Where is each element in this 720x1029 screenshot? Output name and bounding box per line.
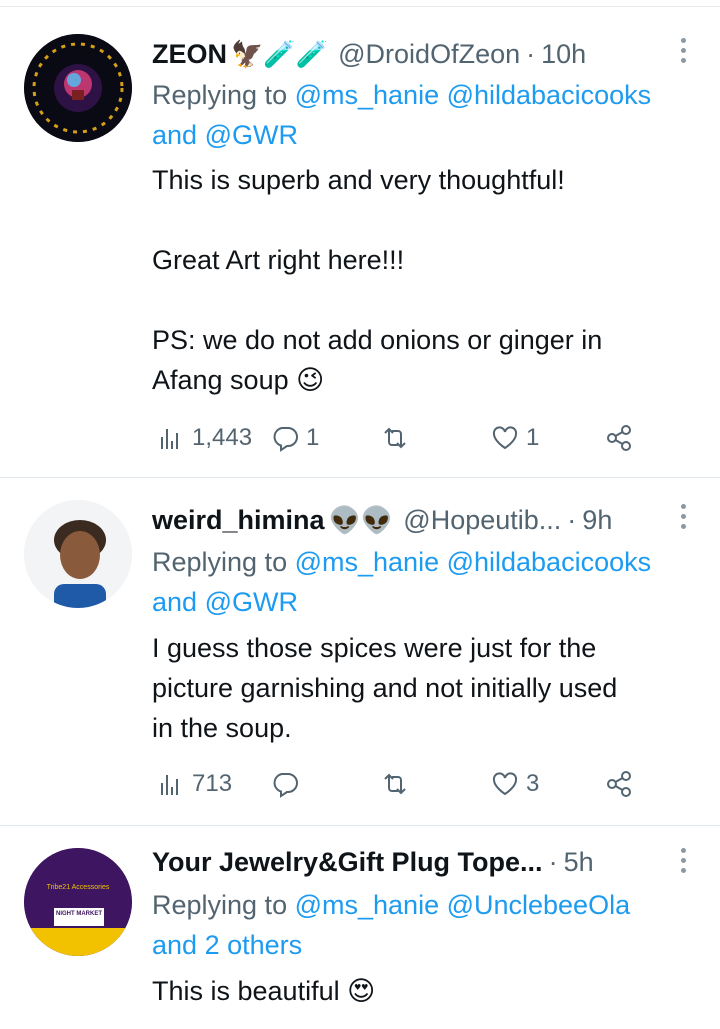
reply-icon: [273, 427, 298, 452]
tweet-line: This is superb and very thoughtful!: [152, 165, 565, 195]
avatar[interactable]: [24, 500, 132, 608]
top-divider: [0, 0, 720, 7]
reply-button[interactable]: 1: [270, 418, 319, 458]
display-name[interactable]: ZEON: [152, 39, 227, 70]
user-handle[interactable]: @DroidOfZeon: [338, 39, 520, 70]
tweet-text: This is beautiful 😍: [152, 971, 692, 1011]
replying-to-label: Replying to: [152, 80, 288, 110]
reply-and: and: [152, 120, 198, 150]
tweet-line: picture garnishing and not initially use…: [152, 673, 618, 703]
separator-dot: ·: [526, 38, 536, 69]
tweet-text: This is superb and very thoughtful! Grea…: [152, 160, 692, 400]
views-count: 1,443: [192, 424, 253, 451]
like-count: 3: [526, 770, 540, 797]
heart-icon: [492, 772, 518, 796]
reply-mentions[interactable]: @ms_hanie @hildabacicooks: [295, 547, 652, 577]
tweet-card[interactable]: ZEON 🦅🧪🧪 @DroidOfZeon · 10h Replying to …: [0, 8, 720, 478]
tweet-line: in the soup.: [152, 713, 292, 743]
views-icon: [161, 775, 178, 795]
replying-to: Replying to @ms_hanie @hildabacicooks an…: [152, 75, 712, 155]
views-button[interactable]: 1,443: [156, 418, 252, 458]
retweet-button[interactable]: [380, 418, 410, 458]
replying-to-label: Replying to: [152, 547, 288, 577]
views-button[interactable]: 713: [156, 764, 232, 804]
avatar[interactable]: Tribe21 Accessories NIGHT MARKET: [24, 848, 132, 956]
reply-and: and: [152, 930, 198, 960]
display-name[interactable]: Your Jewelry&Gift Plug Tope...: [152, 847, 543, 878]
avatar-caption: NIGHT MARKET: [56, 911, 102, 917]
reply-mention-extra[interactable]: 2 others: [205, 930, 303, 960]
more-options-icon[interactable]: [678, 848, 688, 873]
tweet-line: This is beautiful 😍: [152, 976, 376, 1006]
retweet-icon: [384, 427, 406, 449]
reply-icon: [273, 773, 298, 798]
tweet-header: Your Jewelry&Gift Plug Tope... · 5h: [152, 840, 594, 884]
timestamp[interactable]: 9h: [582, 505, 612, 536]
reply-mention-extra[interactable]: @GWR: [205, 587, 298, 617]
tweet-line: I guess those spices were just for the: [152, 633, 597, 663]
replying-to-label: Replying to: [152, 890, 288, 920]
tweet-text: I guess those spices were just for the p…: [152, 628, 692, 748]
views-count: 713: [192, 770, 233, 797]
heart-icon: [492, 426, 518, 450]
replying-to: Replying to @ms_hanie @UnclebeeOla and 2…: [152, 885, 712, 965]
reply-mentions[interactable]: @ms_hanie @UnclebeeOla: [295, 890, 630, 920]
display-name[interactable]: weird_himina: [152, 505, 325, 536]
timestamp[interactable]: 10h: [541, 39, 586, 70]
name-emojis: 👽👽: [328, 504, 394, 535]
tweet-actions: 713 3: [152, 764, 642, 804]
tweet-actions: 1,443 1 1: [152, 418, 642, 458]
share-button[interactable]: [604, 764, 634, 804]
retweet-button[interactable]: [380, 764, 410, 804]
reply-button[interactable]: [270, 764, 306, 804]
name-emojis: 🦅🧪🧪: [231, 38, 329, 69]
reply-and: and: [152, 587, 198, 617]
tweet-card[interactable]: weird_himina 👽👽 @Hopeutib... · 9h Replyi…: [0, 478, 720, 826]
share-button[interactable]: [604, 418, 634, 458]
user-handle[interactable]: @Hopeutib...: [403, 505, 561, 536]
avatar-caption: Tribe21 Accessories: [46, 884, 110, 891]
tweet-line: Great Art right here!!!: [152, 245, 405, 275]
tweet-line: PS: we do not add onions or ginger in: [152, 325, 603, 355]
share-icon: [607, 771, 631, 797]
separator-dot: ·: [567, 504, 577, 535]
more-options-icon[interactable]: [678, 38, 688, 63]
views-icon: [161, 429, 178, 449]
tweet-header: weird_himina 👽👽 @Hopeutib... · 9h: [152, 498, 612, 542]
like-button[interactable]: 1: [490, 418, 539, 458]
like-count: 1: [526, 424, 540, 451]
reply-mentions[interactable]: @ms_hanie @hildabacicooks: [295, 80, 652, 110]
retweet-icon: [384, 773, 406, 795]
tweet-line: [152, 200, 692, 240]
replying-to: Replying to @ms_hanie @hildabacicooks an…: [152, 542, 712, 622]
more-options-icon[interactable]: [678, 504, 688, 529]
share-icon: [607, 425, 631, 451]
tweet-header: ZEON 🦅🧪🧪 @DroidOfZeon · 10h: [152, 32, 586, 76]
tweet-line: Afang soup 😉: [152, 365, 325, 395]
reply-count: 1: [306, 424, 320, 451]
tweet-line: [152, 280, 692, 320]
avatar[interactable]: [24, 34, 132, 142]
reply-mention-extra[interactable]: @GWR: [205, 120, 298, 150]
separator-dot: ·: [548, 846, 558, 877]
like-button[interactable]: 3: [490, 764, 539, 804]
timestamp[interactable]: 5h: [564, 847, 594, 878]
tweet-card[interactable]: Tribe21 Accessories NIGHT MARKET Your Je…: [0, 826, 720, 1029]
